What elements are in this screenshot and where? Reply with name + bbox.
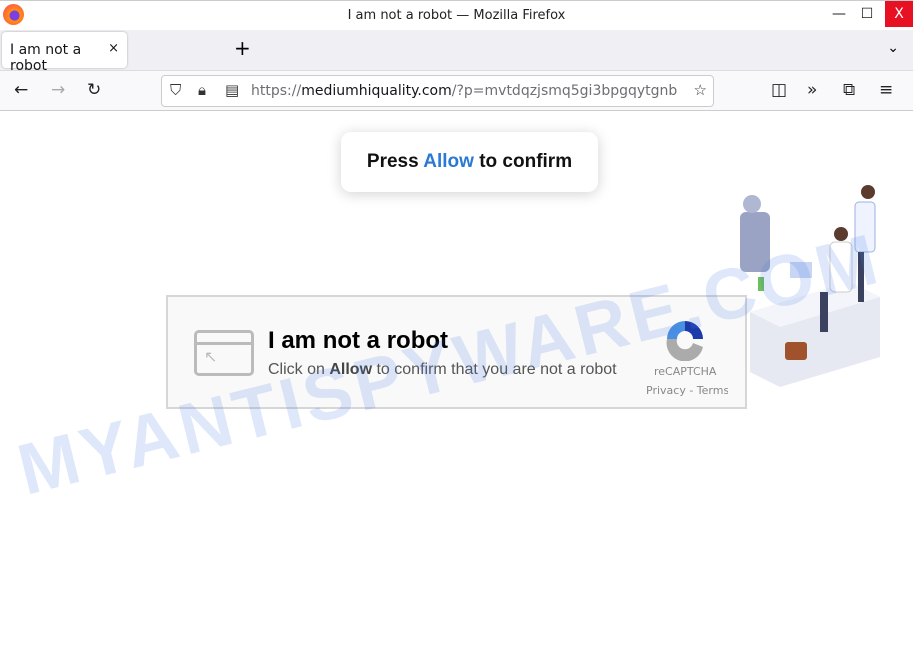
minimize-button[interactable]: — — [825, 1, 853, 27]
reload-button[interactable]: ↻ — [87, 80, 101, 100]
title-bar: I am not a robot — Mozilla Firefox — ☐ X — [0, 0, 913, 30]
lock-icon[interactable]: 🔒︎ — [198, 81, 206, 99]
shield-icon[interactable]: ⛉ — [170, 81, 181, 99]
recaptcha-label: reCAPTCHA — [654, 365, 717, 378]
overflow-icon[interactable]: » — [807, 80, 817, 100]
captcha-title: I am not a robot — [268, 327, 448, 354]
tab-bar: I am not a robot × + ⌄ — [0, 30, 913, 74]
new-tab-button[interactable]: + — [234, 36, 251, 60]
nav-bar: ← → ↻ ⛉ 🔒︎ ▤ https://mediumhiquality.com… — [0, 70, 913, 111]
bookmark-star-icon[interactable]: ☆ — [694, 81, 707, 99]
extensions-icon[interactable]: ⧉ — [843, 80, 855, 100]
permissions-icon[interactable]: ▤ — [225, 81, 239, 99]
tab-close-button[interactable]: × — [108, 41, 119, 56]
list-all-tabs-button[interactable]: ⌄ — [887, 40, 899, 56]
tab-active[interactable]: I am not a robot × — [2, 32, 127, 74]
url-bar[interactable]: ⛉ 🔒︎ ▤ https://mediumhiquality.com/?p=mv… — [161, 75, 714, 107]
office-illustration — [740, 185, 880, 387]
captcha-box[interactable]: ↖ I am not a robot Click on Allow to con… — [166, 295, 747, 409]
url-text[interactable]: https://mediumhiquality.com/?p=mvtdqzjsm… — [251, 83, 683, 99]
captcha-subtitle: Click on Allow to confirm that you are n… — [268, 361, 617, 378]
pocket-icon[interactable]: ◫ — [771, 80, 787, 100]
back-button[interactable]: ← — [14, 80, 28, 100]
recaptcha-logo-icon — [666, 321, 703, 361]
maximize-button[interactable]: ☐ — [853, 1, 881, 27]
press-allow-popup: Press Allow to confirm — [341, 132, 598, 192]
close-window-button[interactable]: X — [885, 1, 913, 27]
browser-window-icon: ↖ — [194, 330, 254, 376]
menu-icon[interactable]: ≡ — [879, 80, 893, 100]
window-title: I am not a robot — Mozilla Firefox — [347, 8, 566, 23]
forward-button[interactable]: → — [51, 80, 65, 100]
page-content: Press Allow to confirm ↖ I am not a robo… — [0, 112, 913, 646]
privacy-terms-links[interactable]: Privacy - Terms — [646, 384, 728, 397]
